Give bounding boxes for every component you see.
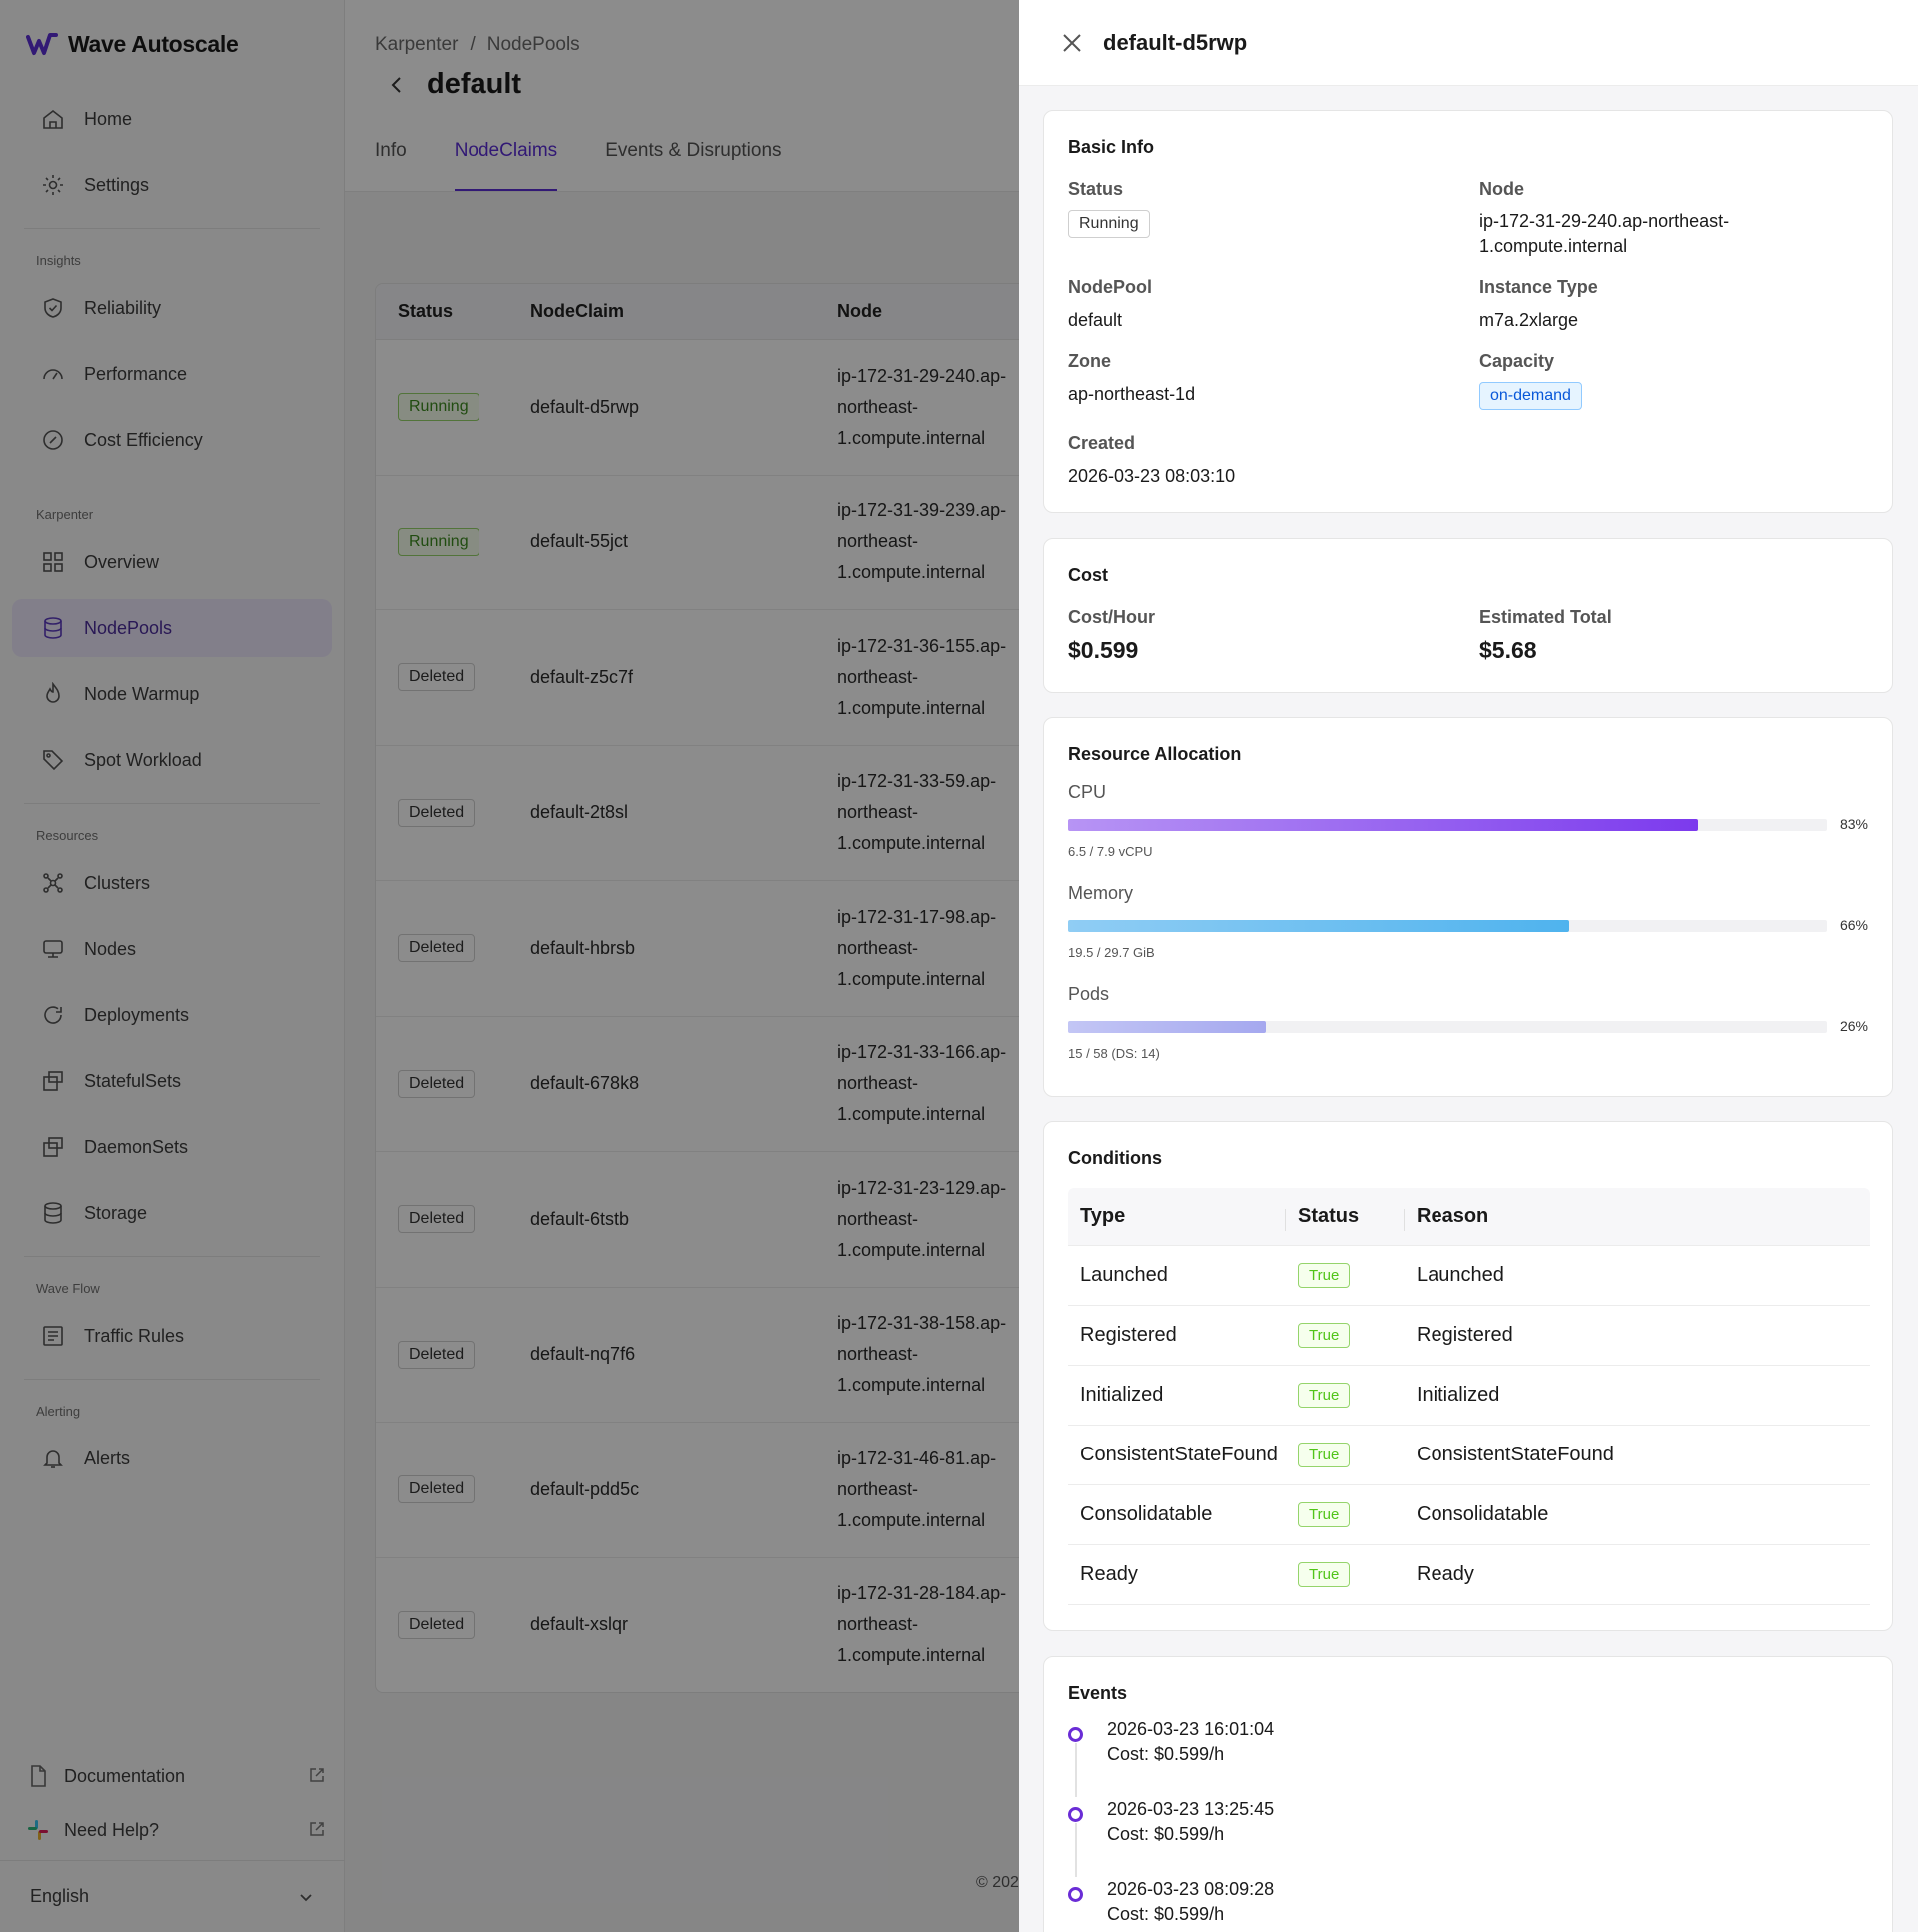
resource-allocation-title: Resource Allocation [1068,744,1242,764]
estimated-total-value: $5.68 [1479,637,1537,663]
close-icon[interactable] [1061,32,1083,54]
memory-detail: 19.5 / 29.7 GiB [1068,945,1155,960]
condition-type: Ready [1080,1563,1138,1585]
condition-status-badge: True [1298,1383,1351,1408]
instance-type-value: m7a.2xlarge [1479,310,1579,330]
timeline-connector [1075,1743,1077,1797]
conditions-column-reason: Reason [1417,1205,1489,1227]
resource-allocation-card: Resource Allocation CPU 83% 6.5 / 7.9 vCPU… [1043,717,1893,1097]
status-badge: Running [1068,210,1150,238]
condition-row: Initialized True Initialized [1068,1366,1870,1426]
pods-label: Pods [1068,984,1110,1004]
timeline-dot-icon [1068,1807,1083,1822]
event-description: Cost: $0.599/h [1107,1744,1225,1764]
conditions-card: Conditions Type Status Reason Launched Tr… [1043,1121,1893,1631]
nodepool-label: NodePool [1068,277,1152,297]
node-value-line1: ip-172-31-29-240.ap-northeast- [1479,211,1730,231]
condition-row: Launched True Launched [1068,1246,1870,1306]
basic-info-card: Basic Info Status Running Node ip-172-31… [1043,110,1893,513]
created-value: 2026-03-23 08:03:10 [1068,466,1236,485]
condition-row: Consolidatable True Consolidatable [1068,1485,1870,1545]
event-text: 2026-03-23 16:01:04 Cost: $0.599/h [1107,1717,1274,1767]
conditions-header: Type Status Reason [1068,1188,1870,1246]
condition-reason: Registered [1417,1324,1513,1346]
memory-label: Memory [1068,883,1134,903]
pods-percent: 26% [1839,1018,1868,1034]
cpu-label: CPU [1068,782,1107,802]
cost-per-hour-value: $0.599 [1068,637,1139,663]
cost-per-hour-label: Cost/Hour [1068,607,1155,627]
events-title: Events [1068,1683,1128,1703]
cpu-percent: 83% [1839,816,1868,832]
conditions-column-type: Type [1068,1205,1286,1231]
status-label: Status [1068,179,1124,199]
condition-reason: Consolidatable [1417,1503,1549,1525]
modal-overlay[interactable] [0,0,1019,1932]
drawer-title: default-d5rwp [1103,29,1248,55]
conditions-table: Type Status Reason Launched True Launched R… [1068,1188,1870,1605]
memory-percent: 66% [1839,917,1868,933]
condition-status-badge: True [1298,1443,1351,1467]
condition-type: Registered [1080,1324,1177,1346]
condition-type: Launched [1080,1264,1168,1286]
pods-progress-bar [1068,1021,1827,1033]
cost-card: Cost Cost/Hour $0.599 Estimated Total $5… [1043,538,1893,693]
conditions-column-status: Status [1286,1205,1405,1231]
condition-reason: Initialized [1417,1384,1500,1406]
memory-progress-fill [1068,920,1569,932]
condition-type: Initialized [1080,1384,1164,1406]
event-description: Cost: $0.599/h [1107,1824,1225,1844]
node-value-line2: 1.compute.internal [1479,236,1628,256]
nodepool-value: default [1068,310,1123,330]
condition-status-badge: True [1298,1263,1351,1288]
cpu-detail: 6.5 / 7.9 vCPU [1068,844,1153,859]
timeline-dot-icon [1068,1887,1083,1902]
node-label: Node [1479,179,1524,199]
instance-type-label: Instance Type [1479,277,1598,297]
condition-status-badge: True [1298,1323,1351,1348]
basic-info-title: Basic Info [1068,137,1155,157]
event-time: 2026-03-23 13:25:45 [1107,1799,1275,1819]
node-value: ip-172-31-29-240.ap-northeast- 1.compute… [1479,209,1729,259]
condition-reason: Launched [1417,1264,1504,1286]
conditions-title: Conditions [1068,1148,1162,1168]
zone-value: ap-northeast-1d [1068,384,1196,404]
event-time: 2026-03-23 16:01:04 [1107,1719,1275,1739]
timeline-dot-icon [1068,1727,1083,1742]
condition-reason: Ready [1417,1563,1474,1585]
memory-progress-bar [1068,920,1827,932]
events-card: Events 2026-03-23 16:01:04 Cost: $0.599/h… [1043,1656,1893,1932]
cost-title: Cost [1068,565,1108,585]
pods-detail: 15 / 58 (DS: 14) [1068,1046,1160,1061]
cpu-progress-fill [1068,819,1698,831]
zone-label: Zone [1068,351,1111,371]
condition-row: ConsistentStateFound True ConsistentStateF… [1068,1426,1870,1485]
condition-row: Registered True Registered [1068,1306,1870,1366]
capacity-label: Capacity [1479,351,1555,371]
timeline-connector [1075,1823,1077,1877]
condition-type: ConsistentStateFound [1080,1444,1278,1465]
condition-type: Consolidatable [1080,1503,1213,1525]
event-time: 2026-03-23 08:09:28 [1107,1879,1275,1899]
event-text: 2026-03-23 08:09:28 Cost: $0.599/h [1107,1877,1274,1927]
capacity-badge: on-demand [1479,382,1582,410]
drawer-header: default-d5rwp [1019,0,1918,86]
pods-progress-fill [1068,1021,1266,1033]
condition-reason: ConsistentStateFound [1417,1444,1614,1465]
event-description: Cost: $0.599/h [1107,1904,1225,1924]
estimated-total-label: Estimated Total [1479,607,1612,627]
condition-row: Ready True Ready [1068,1545,1870,1605]
condition-status-badge: True [1298,1562,1351,1587]
condition-status-badge: True [1298,1502,1351,1527]
created-label: Created [1068,433,1136,453]
nodeclaim-detail-drawer: default-d5rwp Basic Info Status Running … [1019,0,1918,1932]
cpu-progress-bar [1068,819,1827,831]
event-text: 2026-03-23 13:25:45 Cost: $0.599/h [1107,1797,1274,1847]
